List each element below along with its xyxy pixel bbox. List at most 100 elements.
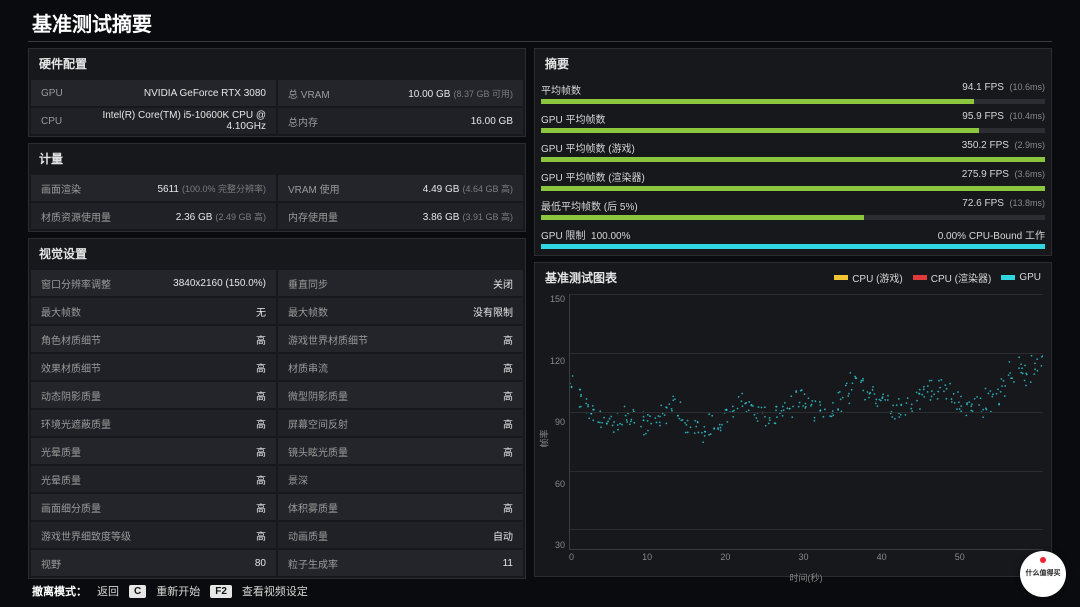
row-value: 高: [503, 416, 513, 431]
row-label: 角色材质细节: [41, 332, 101, 347]
row-label: 材质串流: [288, 360, 328, 375]
row-label: 景深: [288, 472, 308, 487]
table-row: 垂直同步 关闭: [278, 270, 523, 296]
row-value: 4.49 GB(4.64 GB 高): [423, 182, 513, 195]
table-row: 画面细分质量高: [31, 494, 276, 520]
summary-panel: 摘要 平均帧数94.1 FPS (10.6ms)GPU 平均帧数95.9 FPS…: [534, 48, 1052, 256]
table-row: 光晕质量 高: [31, 438, 276, 464]
summary-bar: GPU 平均帧数 (游戏)350.2 FPS (2.9ms): [541, 140, 1045, 162]
row-label: 画面细分质量: [41, 500, 101, 515]
table-row: 动画质量 自动: [278, 522, 523, 548]
exit-mode-label[interactable]: 撤离模式：: [32, 583, 87, 599]
row-value: 2.36 GB(2.49 GB 高): [176, 210, 266, 223]
chart-header: 基准测试图表: [545, 269, 617, 286]
row-value: 高: [256, 332, 266, 347]
row-label: VRAM 使用: [288, 181, 340, 196]
gpu-limit-bar: GPU 限制 100.00%0.00% CPU-Bound 工作: [541, 227, 1045, 249]
table-row: 光晕质量 高: [31, 466, 276, 492]
table-row: 总 VRAM 10.00 GB(8.37 GB 可用): [278, 80, 523, 106]
row-value: Intel(R) Core(TM) i5-10600K CPU @ 4.10GH…: [62, 110, 266, 132]
key-f2: F2: [210, 585, 232, 598]
row-label: 游戏世界材质细节: [288, 332, 368, 347]
legend-item: CPU (渲染器): [913, 270, 992, 285]
row-value: 80: [255, 558, 266, 569]
table-row: 屏幕空间反射 高: [278, 410, 523, 436]
table-row: VRAM 使用 4.49 GB(4.64 GB 高): [278, 175, 523, 201]
visual-header: 视觉设置: [29, 239, 525, 268]
hardware-panel: 硬件配置 GPUNVIDIA GeForce RTX 3080 总 VRAM 10.…: [28, 48, 526, 137]
row-value: NVIDIA GeForce RTX 3080: [144, 88, 266, 99]
table-row: 视野 80: [31, 550, 276, 576]
table-row: 材质资源使用量 2.36 GB(2.49 GB 高): [31, 203, 276, 229]
row-label: 动画质量: [288, 528, 328, 543]
back-button[interactable]: 返回: [97, 583, 119, 599]
row-value: 5611(100.0% 完整分辨率): [157, 182, 266, 195]
table-row: 游戏世界细致度等级 高: [31, 522, 276, 548]
summary-header: 摘要: [535, 49, 1051, 78]
row-label: 最大帧数: [41, 304, 81, 319]
row-value: 高: [256, 472, 266, 487]
table-row: 动态阴影质量 高: [31, 382, 276, 408]
row-label: 内存使用量: [288, 209, 338, 224]
table-row: 内存使用量3.86 GB(3.91 GB 高): [278, 203, 523, 229]
row-label: 屏幕空间反射: [288, 416, 348, 431]
table-row: 镜头眩光质量 高: [278, 438, 523, 464]
row-label: 游戏世界细致度等级: [41, 528, 131, 543]
row-value: 自动: [493, 528, 513, 543]
table-row: 角色材质细节 高: [31, 326, 276, 352]
row-value: 高: [503, 332, 513, 347]
row-value: 高: [503, 500, 513, 515]
table-row: 景深: [278, 466, 523, 492]
row-value: 高: [256, 416, 266, 431]
video-settings-button[interactable]: 查看视频设定: [242, 583, 308, 599]
row-value: 10.00 GB(8.37 GB 可用): [408, 87, 513, 100]
row-label: 环境光遮蔽质量: [41, 416, 111, 431]
row-label: 材质资源使用量: [41, 209, 111, 224]
row-value: 关闭: [493, 276, 513, 291]
row-label: 镜头眩光质量: [288, 444, 348, 459]
row-label: 最大帧数: [288, 304, 328, 319]
page-title: 基准测试摘要: [28, 6, 1052, 42]
row-label: CPU: [41, 116, 62, 127]
row-label: 光晕质量: [41, 444, 81, 459]
legend-item: CPU (游戏): [834, 270, 903, 285]
restart-button[interactable]: 重新开始: [156, 583, 200, 599]
row-label: 垂直同步: [288, 276, 328, 291]
metrics-panel: 计量 画面渲染 5611(100.0% 完整分辨率) VRAM 使用 4.49 GB(…: [28, 143, 526, 232]
row-value: 3840x2160 (150.0%): [173, 278, 266, 289]
row-value: 没有限制: [473, 304, 513, 319]
table-row: CPUIntel(R) Core(TM) i5-10600K CPU @ 4.1…: [31, 108, 276, 134]
row-value: 11: [503, 558, 513, 569]
metrics-header: 计量: [29, 144, 525, 173]
table-row: 最大帧数 没有限制: [278, 298, 523, 324]
row-value: 高: [503, 444, 513, 459]
summary-bar: GPU 平均帧数 (渲染器)275.9 FPS (3.6ms): [541, 169, 1045, 191]
table-row: 最大帧数 无: [31, 298, 276, 324]
table-row: 粒子生成率11: [278, 550, 523, 576]
row-label: 光晕质量: [41, 472, 81, 487]
visual-panel: 视觉设置 窗口分辨率调整 3840x2160 (150.0%) 垂直同步 关闭最大帧数…: [28, 238, 526, 579]
summary-bar: 平均帧数94.1 FPS (10.6ms): [541, 82, 1045, 104]
row-label: 视野: [41, 556, 61, 571]
row-value: 高: [256, 528, 266, 543]
row-label: 窗口分辨率调整: [41, 276, 111, 291]
table-row: 窗口分辨率调整 3840x2160 (150.0%): [31, 270, 276, 296]
table-row: 环境光遮蔽质量 高: [31, 410, 276, 436]
row-value: 高: [256, 444, 266, 459]
row-label: 总 VRAM: [288, 86, 330, 101]
row-label: 动态阴影质量: [41, 388, 101, 403]
row-value: 高: [503, 360, 513, 375]
row-value: 高: [256, 388, 266, 403]
row-label: 微型阴影质量: [288, 388, 348, 403]
chart-xlabel: 时间(秒): [569, 571, 1043, 584]
table-row: 总内存16.00 GB: [278, 108, 523, 134]
row-value: 无: [256, 304, 266, 319]
watermark-badge: 什么值得买: [1020, 551, 1066, 597]
table-row: GPUNVIDIA GeForce RTX 3080: [31, 80, 276, 106]
hardware-header: 硬件配置: [29, 49, 525, 78]
summary-bar: 最低平均帧数 (后 5%)72.6 FPS (13.8ms): [541, 198, 1045, 220]
table-row: 体积雾质量高: [278, 494, 523, 520]
table-row: 效果材质细节高: [31, 354, 276, 380]
row-label: 画面渲染: [41, 181, 81, 196]
legend-item: GPU: [1001, 272, 1041, 283]
